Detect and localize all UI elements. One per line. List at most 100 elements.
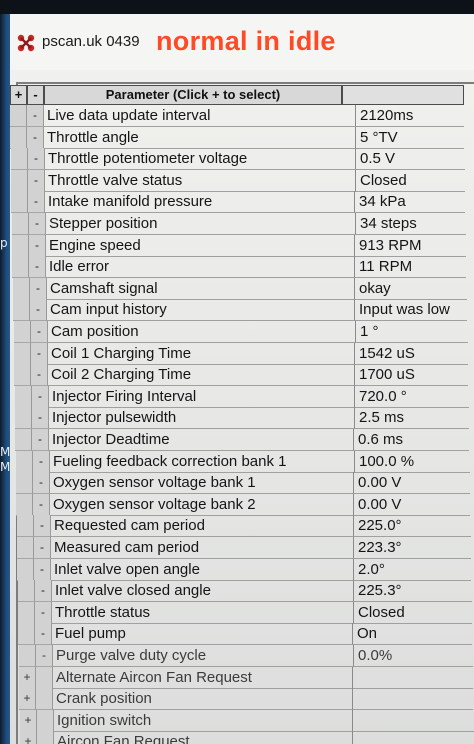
header-value-column[interactable] xyxy=(342,85,464,105)
row-deselect-minus[interactable]: - xyxy=(31,343,48,365)
row-deselect-minus[interactable] xyxy=(37,710,54,732)
row-select-plus[interactable] xyxy=(15,407,32,429)
row-deselect-minus[interactable]: - xyxy=(29,235,46,257)
row-deselect-minus[interactable]: - xyxy=(31,364,48,386)
parameter-name: Measured cam period xyxy=(51,537,354,559)
table-row[interactable]: - Throttle status Closed xyxy=(18,602,472,624)
table-row[interactable]: - Purge valve duty cycle 0.0% xyxy=(19,645,473,667)
row-deselect-minus[interactable]: - xyxy=(30,299,47,321)
row-select-plus[interactable] xyxy=(16,494,33,516)
row-deselect-minus[interactable]: - xyxy=(34,515,51,537)
table-row[interactable]: + Crank position xyxy=(19,688,473,710)
header-minus-column[interactable]: - xyxy=(27,85,44,105)
table-row[interactable]: - Cam position 1 ° xyxy=(14,321,468,343)
table-row[interactable]: - Intake manifold pressure 34 kPa xyxy=(11,191,465,213)
table-row[interactable]: - Camshaft signal okay xyxy=(13,278,467,300)
row-select-plus[interactable] xyxy=(10,127,27,149)
table-row[interactable]: - Inlet valve open angle 2.0° xyxy=(17,559,471,581)
row-select-plus[interactable]: + xyxy=(19,688,36,710)
table-row[interactable]: - Inlet valve closed angle 225.3° xyxy=(18,580,472,602)
row-deselect-minus[interactable]: - xyxy=(27,127,44,149)
row-select-plus[interactable] xyxy=(17,559,34,581)
row-select-plus[interactable] xyxy=(15,429,32,451)
row-deselect-minus[interactable]: - xyxy=(33,494,50,516)
table-row[interactable]: + Ignition switch xyxy=(20,710,474,732)
row-select-plus[interactable] xyxy=(12,235,29,257)
parameter-name: Live data update interval xyxy=(44,105,356,127)
table-row[interactable]: + Alternate Aircon Fan Request xyxy=(19,667,473,689)
row-deselect-minus[interactable] xyxy=(37,731,54,744)
parameter-name: Crank position xyxy=(53,688,353,710)
row-deselect-minus[interactable]: - xyxy=(31,321,48,343)
row-deselect-minus[interactable]: - xyxy=(33,451,50,473)
table-row[interactable]: - Live data update interval 2120ms xyxy=(10,105,464,127)
row-select-plus[interactable] xyxy=(17,537,34,559)
row-deselect-minus[interactable]: - xyxy=(27,105,44,127)
table-row[interactable]: - Coil 2 Charging Time 1700 uS xyxy=(14,364,468,386)
row-select-plus[interactable] xyxy=(14,364,31,386)
row-select-plus[interactable] xyxy=(17,515,34,537)
row-select-plus[interactable] xyxy=(18,623,35,645)
row-select-plus[interactable] xyxy=(19,645,36,667)
row-deselect-minus[interactable]: - xyxy=(32,407,49,429)
table-row[interactable]: - Measured cam period 223.3° xyxy=(17,537,471,559)
table-row[interactable]: - Oxygen sensor voltage bank 2 0.00 V xyxy=(16,494,470,516)
parameter-name: Inlet valve closed angle xyxy=(52,580,354,602)
table-row[interactable]: - Throttle valve status Closed xyxy=(11,170,465,192)
row-select-plus[interactable] xyxy=(11,170,28,192)
table-row[interactable]: - Oxygen sensor voltage bank 1 0.00 V xyxy=(16,472,470,494)
row-deselect-minus[interactable]: - xyxy=(30,278,47,300)
table-row[interactable]: - Requested cam period 225.0° xyxy=(17,515,471,537)
table-row[interactable]: - Cam input history Input was low xyxy=(13,299,467,321)
row-deselect-minus[interactable]: - xyxy=(32,386,49,408)
table-row[interactable]: + Aircon Fan Request xyxy=(20,731,474,744)
row-select-plus[interactable] xyxy=(18,602,35,624)
row-select-plus[interactable] xyxy=(12,213,29,235)
table-row[interactable]: - Engine speed 913 RPM xyxy=(12,235,466,257)
row-deselect-minus[interactable]: - xyxy=(35,602,52,624)
table-row[interactable]: - Injector Deadtime 0.6 ms xyxy=(15,429,469,451)
row-deselect-minus[interactable]: - xyxy=(28,170,45,192)
table-row[interactable]: - Fuel pump On xyxy=(18,623,472,645)
header-plus-column[interactable]: + xyxy=(10,85,27,105)
row-select-plus[interactable] xyxy=(10,105,27,127)
row-select-plus[interactable] xyxy=(15,386,32,408)
table-row[interactable]: - Throttle angle 5 °TV xyxy=(10,127,464,149)
table-row[interactable]: - Fueling feedback correction bank 1 100.0… xyxy=(16,451,470,473)
table-row[interactable]: - Injector pulsewidth 2.5 ms xyxy=(15,407,469,429)
row-deselect-minus[interactable]: - xyxy=(34,559,51,581)
row-select-plus[interactable] xyxy=(12,256,29,278)
row-deselect-minus[interactable] xyxy=(36,667,53,689)
row-deselect-minus[interactable]: - xyxy=(28,148,45,170)
row-deselect-minus[interactable]: - xyxy=(32,429,49,451)
row-select-plus[interactable]: + xyxy=(19,667,36,689)
parameter-value: On xyxy=(353,623,472,645)
row-deselect-minus[interactable]: - xyxy=(35,580,52,602)
table-row[interactable]: - Stepper position 34 steps xyxy=(12,213,466,235)
table-row[interactable]: - Idle error 11 RPM xyxy=(12,256,466,278)
table-row[interactable]: - Coil 1 Charging Time 1542 uS xyxy=(14,343,468,365)
row-select-plus[interactable] xyxy=(16,451,33,473)
row-deselect-minus[interactable]: - xyxy=(36,645,53,667)
row-select-plus[interactable] xyxy=(14,321,31,343)
row-select-plus[interactable] xyxy=(13,299,30,321)
table-row[interactable]: - Injector Firing Interval 720.0 ° xyxy=(15,386,469,408)
row-deselect-minus[interactable]: - xyxy=(29,213,46,235)
header-parameter-column[interactable]: Parameter (Click + to select) xyxy=(44,85,342,105)
row-deselect-minus[interactable]: - xyxy=(29,256,46,278)
row-deselect-minus[interactable] xyxy=(36,688,53,710)
row-select-plus[interactable] xyxy=(11,191,28,213)
row-select-plus[interactable] xyxy=(13,278,30,300)
row-select-plus[interactable] xyxy=(11,148,28,170)
row-deselect-minus[interactable]: - xyxy=(34,537,51,559)
parameter-value: 100.0 % xyxy=(355,451,470,473)
row-select-plus[interactable] xyxy=(14,343,31,365)
row-deselect-minus[interactable]: - xyxy=(28,191,45,213)
row-deselect-minus[interactable]: - xyxy=(35,623,52,645)
row-select-plus[interactable]: + xyxy=(20,710,37,732)
row-select-plus[interactable] xyxy=(18,580,35,602)
row-select-plus[interactable] xyxy=(16,472,33,494)
row-deselect-minus[interactable]: - xyxy=(33,472,50,494)
table-row[interactable]: - Throttle potentiometer voltage 0.5 V xyxy=(11,148,465,170)
row-select-plus[interactable]: + xyxy=(20,731,37,744)
